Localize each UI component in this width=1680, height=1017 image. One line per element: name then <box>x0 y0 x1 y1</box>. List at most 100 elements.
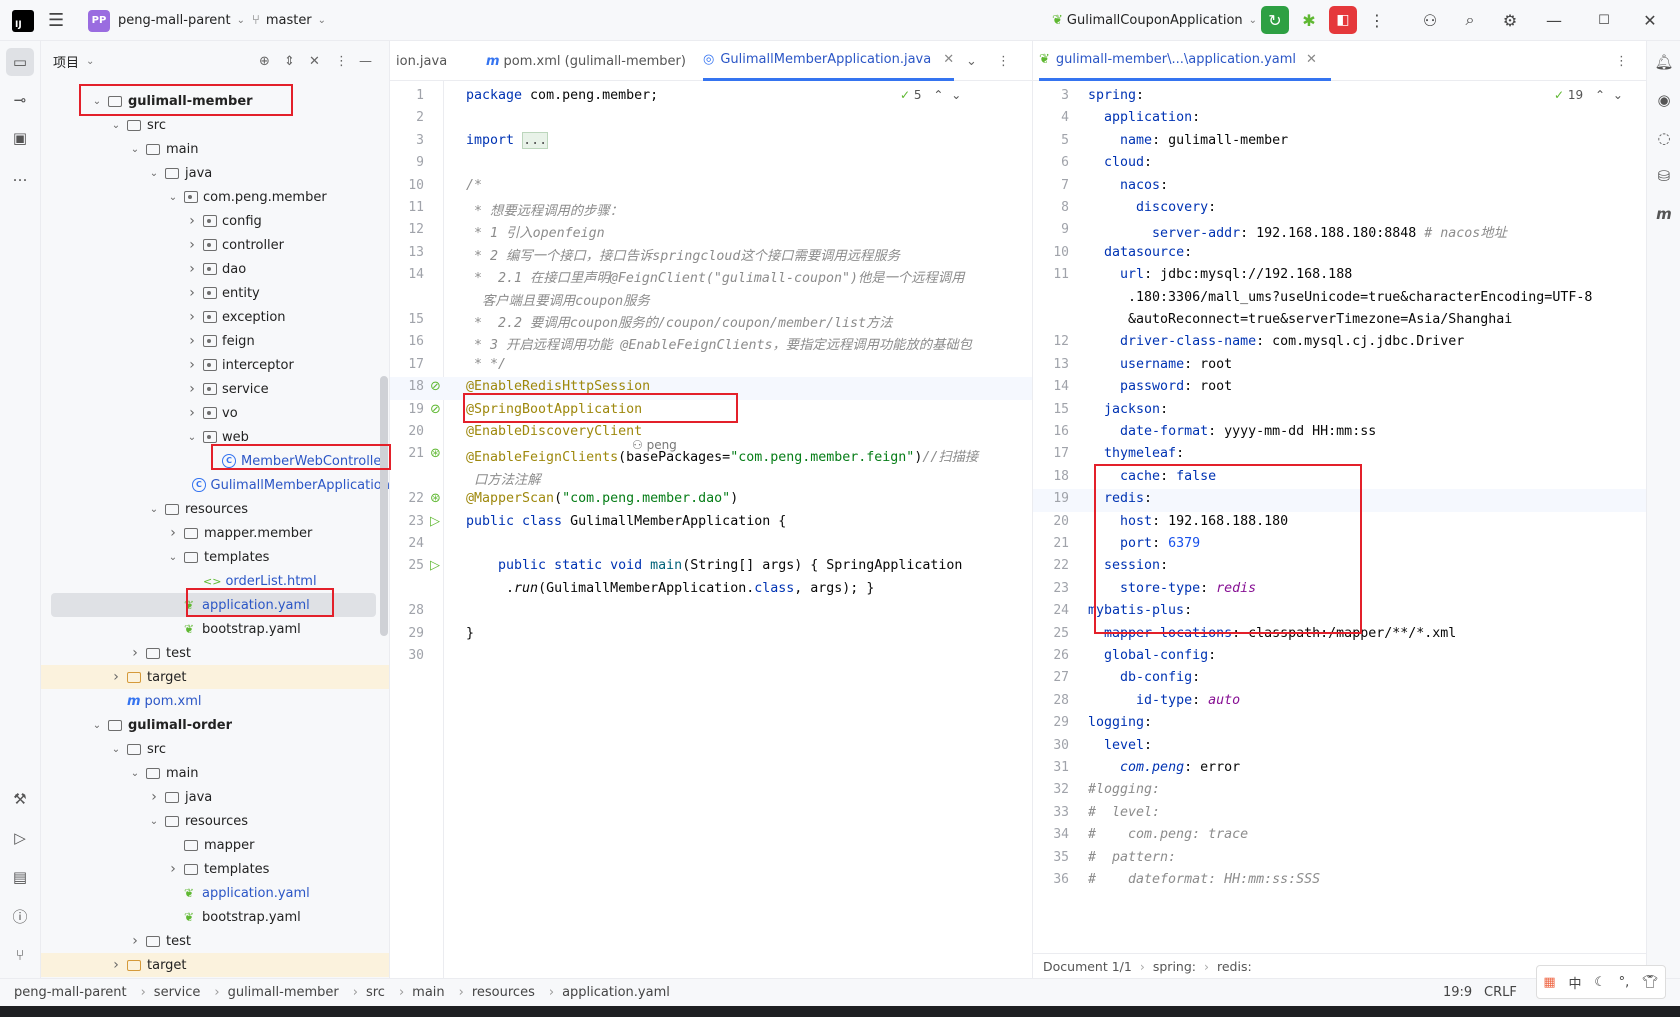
more-tools-icon[interactable]: … <box>6 162 34 190</box>
code-line[interactable]: public class GulimallMemberApplication { <box>466 514 786 529</box>
tree-item[interactable]: › entity <box>41 281 389 305</box>
tab-ion-java[interactable]: ion.java <box>396 41 447 81</box>
status-crumb[interactable]: peng-mall-parent <box>14 985 127 1000</box>
add-user-icon[interactable]: ⚇ <box>1416 6 1444 34</box>
git-icon[interactable]: ⑂ <box>6 941 34 969</box>
project-panel-title[interactable]: 项目 <box>53 52 79 71</box>
code-line[interactable]: application: <box>1088 110 1200 125</box>
tree-item[interactable]: ❦ bootstrap.yaml <box>41 617 389 641</box>
code-line[interactable]: nacos: <box>1088 178 1168 193</box>
project-switcher[interactable]: PP peng-mall-parent ⌄ <box>88 0 245 41</box>
tab-pom-xml[interactable]: m pom.xml (gulimall-member) <box>482 41 686 81</box>
problems-icon[interactable]: ⓘ <box>6 902 34 930</box>
code-line[interactable]: # level: <box>1088 805 1160 820</box>
line-separator[interactable]: CRLF <box>1484 985 1517 1000</box>
tree-item[interactable]: › dao <box>41 257 389 281</box>
code-line[interactable]: # pattern: <box>1088 850 1176 865</box>
main-menu-icon[interactable]: ☰ <box>48 0 64 41</box>
tree-item[interactable]: › target <box>41 953 389 977</box>
tree-item[interactable]: m pom.xml <box>41 689 389 713</box>
tree-item[interactable]: › exception <box>41 305 389 329</box>
tree-item[interactable]: ⌄ templates <box>41 545 389 569</box>
tree-item[interactable]: C GulimallMemberApplication <box>41 473 389 497</box>
code-line[interactable]: password: root <box>1088 379 1232 394</box>
tree-item[interactable]: ❦ bootstrap.yaml <box>41 905 389 929</box>
caret-position[interactable]: 19:9 <box>1443 985 1472 1000</box>
database-icon[interactable]: ⛁ <box>1650 162 1678 190</box>
status-crumb[interactable]: main <box>412 985 444 1000</box>
gutter-run-icon[interactable]: ⊘ <box>430 379 441 394</box>
branch-selector[interactable]: ⑂ master ⌄ <box>252 0 326 41</box>
structure-icon[interactable]: ▣ <box>6 124 34 152</box>
code-line[interactable]: cloud: <box>1088 155 1152 170</box>
tab-options-icon[interactable]: ⋮ <box>997 41 1010 81</box>
code-line[interactable]: package com.peng.member; <box>466 88 658 103</box>
code-line[interactable]: } <box>466 626 474 641</box>
maven-panel-icon[interactable]: m <box>1650 200 1678 228</box>
code-line[interactable]: thymeleaf: <box>1088 446 1184 461</box>
tree-item[interactable]: ⌄ com.peng.member <box>41 185 389 209</box>
chevron-down-icon[interactable]: ⌄ <box>86 56 94 67</box>
code-line[interactable]: * 3 开启远程调用功能 @EnableFeignClients，要指定远程调用… <box>466 334 972 353</box>
tree-item[interactable]: ⌄ src <box>41 737 389 761</box>
gutter-run-icon[interactable]: ▷ <box>430 558 440 573</box>
code-line[interactable]: date-format: yyyy-mm-dd HH:mm:ss <box>1088 424 1376 439</box>
code-line[interactable]: * */ <box>466 357 506 372</box>
status-crumb[interactable]: application.yaml <box>562 985 670 1000</box>
tab-application-yaml[interactable]: ❦ gulimall-member\...\application.yaml ✕ <box>1039 41 1331 81</box>
status-crumb[interactable]: src <box>366 985 385 1000</box>
tab-options-icon[interactable]: ⋮ <box>1615 41 1628 81</box>
tree-item[interactable]: › mapper.member <box>41 521 389 545</box>
tree-item[interactable]: › test <box>41 929 389 953</box>
scrollbar[interactable] <box>380 376 388 636</box>
tree-item[interactable]: › controller <box>41 233 389 257</box>
code-line[interactable]: * 1 引入openfeign <box>466 222 605 241</box>
copilot-icon[interactable]: ◌ <box>1650 124 1678 152</box>
code-line[interactable]: * 想要远程调用的步骤： <box>466 200 623 219</box>
tree-item[interactable]: › feign <box>41 329 389 353</box>
code-line[interactable]: #logging: <box>1088 782 1160 797</box>
code-line[interactable]: username: root <box>1088 357 1232 372</box>
tree-item[interactable]: › templates <box>41 857 389 881</box>
tree-item[interactable]: › target <box>41 665 389 689</box>
code-line[interactable]: driver-class-name: com.mysql.cj.jdbc.Dri… <box>1088 334 1464 349</box>
tree-item[interactable]: ⌄ main <box>41 761 389 785</box>
expand-all-icon[interactable]: ⇕ <box>284 54 295 69</box>
build-icon[interactable]: ⚒ <box>6 785 34 813</box>
code-line[interactable]: .180:3306/mall_ums?useUnicode=true&chara… <box>1088 290 1592 305</box>
code-line[interactable]: level: <box>1088 738 1152 753</box>
inspection-widget[interactable]: ✓ 19 ⌃ ⌄ <box>1554 88 1623 102</box>
code-line[interactable]: * 2.2 要调用coupon服务的/coupon/coupon/member/… <box>466 312 893 331</box>
services-icon[interactable]: ▷ <box>6 824 34 852</box>
code-line[interactable]: /* <box>466 178 482 193</box>
minimize-icon[interactable]: — <box>1540 6 1568 34</box>
tree-item[interactable]: › test <box>41 641 389 665</box>
stop-icon[interactable]: ◧ <box>1329 6 1357 34</box>
ai-assistant-icon[interactable]: ◉ <box>1650 86 1678 114</box>
code-line[interactable]: 客户端且要调用coupon服务 <box>466 290 650 309</box>
code-line[interactable]: @EnableRedisHttpSession <box>466 379 650 394</box>
locate-icon[interactable]: ⊕ <box>259 54 270 69</box>
status-crumb[interactable]: service <box>154 985 201 1000</box>
code-line[interactable]: @EnableFeignClients(basePackages="com.pe… <box>466 446 978 465</box>
code-line[interactable]: jackson: <box>1088 402 1168 417</box>
code-line[interactable]: public static void main(String[] args) {… <box>466 558 962 573</box>
options-icon[interactable]: ⋮ <box>335 54 348 69</box>
collapse-all-icon[interactable]: ✕ <box>309 54 320 69</box>
tree-item[interactable]: › java <box>41 785 389 809</box>
tree-item[interactable]: › vo <box>41 401 389 425</box>
debug-icon[interactable]: ✱ <box>1295 6 1323 34</box>
code-line[interactable]: global-config: <box>1088 648 1216 663</box>
code-line[interactable]: discovery: <box>1088 200 1216 215</box>
code-line[interactable]: * 2.1 在接口里声明@FeignClient("gulimall-coupo… <box>466 267 964 286</box>
tab-gulimall-member-application[interactable]: ◎ GulimallMemberApplication.java ✕ <box>703 41 955 81</box>
tree-item[interactable]: › service <box>41 377 389 401</box>
code-line[interactable]: spring: <box>1088 88 1144 103</box>
close-icon[interactable]: ✕ <box>1636 6 1664 34</box>
tree-item[interactable]: ❦ application.yaml <box>41 881 389 905</box>
more-actions-icon[interactable]: ⋮ <box>1363 6 1391 34</box>
code-line[interactable]: @MapperScan("com.peng.member.dao") <box>466 491 738 506</box>
tree-item[interactable]: ⌄ resources <box>41 809 389 833</box>
hide-panel-icon[interactable]: — <box>359 54 372 69</box>
tree-item[interactable]: ⌄ java <box>41 161 389 185</box>
